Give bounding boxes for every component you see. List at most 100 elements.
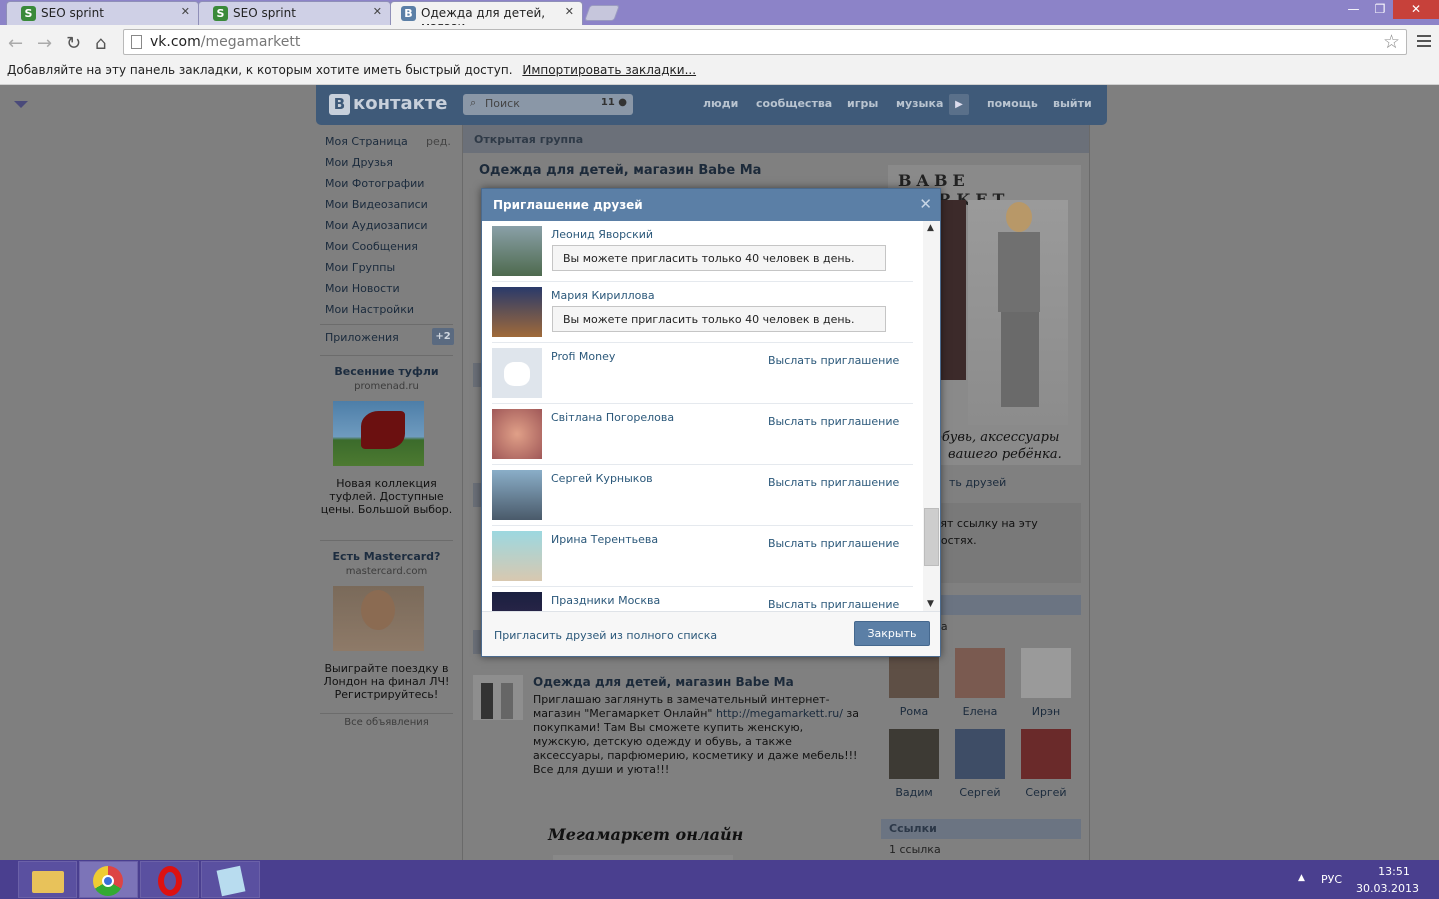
- links-header[interactable]: Ссылки: [881, 819, 1081, 839]
- invite-from-full-list-link[interactable]: Пригласить друзей из полного списка: [494, 629, 717, 642]
- notepad-icon[interactable]: [201, 861, 260, 898]
- clock-time[interactable]: 13:51: [1370, 865, 1418, 878]
- home-icon[interactable]: ⌂: [95, 33, 106, 54]
- member-name[interactable]: Елена: [954, 705, 1006, 718]
- ad-title[interactable]: Есть Mastercard?: [320, 550, 453, 563]
- avatar[interactable]: [955, 648, 1005, 698]
- import-bookmarks-link[interactable]: Импортировать закладки...: [522, 63, 696, 77]
- menu-my-audio[interactable]: Мои Аудиозаписи: [325, 219, 428, 232]
- language-indicator[interactable]: РУС: [1321, 873, 1342, 886]
- send-invite-link[interactable]: Выслать приглашение: [768, 476, 899, 489]
- avatar[interactable]: [889, 729, 939, 779]
- member-name[interactable]: Ирэн: [1020, 705, 1072, 718]
- close-icon[interactable]: ✕: [565, 5, 574, 18]
- invite-friends-link[interactable]: ть друзей: [949, 476, 1006, 489]
- send-invite-link[interactable]: Выслать приглашение: [768, 415, 899, 428]
- avatar[interactable]: [492, 226, 542, 276]
- menu-apps[interactable]: Приложения: [325, 331, 399, 344]
- send-invite-link[interactable]: Выслать приглашение: [768, 598, 899, 611]
- file-explorer-icon[interactable]: [18, 861, 77, 898]
- nav-logout[interactable]: выйти: [1053, 97, 1092, 110]
- post-author[interactable]: Одежда для детей, магазин Babe Ma: [533, 675, 794, 689]
- friend-name[interactable]: Світлана Погорелова: [551, 411, 674, 424]
- avatar[interactable]: [492, 592, 542, 611]
- menu-my-news[interactable]: Мои Новости: [325, 282, 400, 295]
- apps-badge[interactable]: +2: [432, 328, 454, 345]
- scroll-down-icon[interactable]: ▼: [927, 599, 934, 609]
- scrollbar[interactable]: ▲ ▼: [923, 221, 940, 611]
- member[interactable]: Рома: [888, 648, 940, 718]
- send-invite-link[interactable]: Выслать приглашение: [768, 537, 899, 550]
- avatar[interactable]: [492, 531, 542, 581]
- new-tab-button[interactable]: [584, 5, 620, 21]
- menu-my-photos[interactable]: Мои Фотографии: [325, 177, 424, 190]
- menu-my-groups[interactable]: Мои Группы: [325, 261, 395, 274]
- back-icon[interactable]: ←: [8, 33, 23, 54]
- friend-name[interactable]: Сергей Курныков: [551, 472, 653, 485]
- edit-link[interactable]: ред.: [426, 135, 451, 148]
- vk-logo[interactable]: Вконтакте: [329, 93, 447, 115]
- avatar[interactable]: [1021, 648, 1071, 698]
- ad-title[interactable]: Весенние туфли: [320, 365, 453, 378]
- member-name[interactable]: Сергей: [954, 786, 1006, 799]
- member-name[interactable]: Рома: [888, 705, 940, 718]
- close-icon[interactable]: ✕: [181, 5, 190, 18]
- browser-tab[interactable]: S SEO sprint ✕: [6, 1, 199, 25]
- member[interactable]: Сергей: [954, 729, 1006, 799]
- member-name[interactable]: Вадим: [888, 786, 940, 799]
- nav-games[interactable]: игры: [847, 97, 878, 110]
- member[interactable]: Елена: [954, 648, 1006, 718]
- close-icon[interactable]: ✕: [919, 195, 932, 213]
- menu-my-messages[interactable]: Мои Сообщения: [325, 240, 418, 253]
- vk-search-input[interactable]: ⌕ Поиск 11 ●: [463, 94, 633, 115]
- avatar[interactable]: [1021, 729, 1071, 779]
- post-link[interactable]: http://megamarkett.ru/: [716, 707, 843, 720]
- friend-name[interactable]: Мария Кириллова: [551, 289, 655, 302]
- friend-name[interactable]: Ирина Терентьева: [551, 533, 658, 546]
- avatar[interactable]: [492, 470, 542, 520]
- ad-person-image[interactable]: [333, 586, 424, 651]
- nav-communities[interactable]: сообщества: [756, 97, 832, 110]
- avatar[interactable]: [492, 409, 542, 459]
- member[interactable]: Сергей: [1020, 729, 1072, 799]
- scroll-arrow-icon[interactable]: [14, 101, 28, 108]
- forward-icon[interactable]: →: [37, 33, 52, 54]
- nav-music[interactable]: музыка: [896, 97, 943, 110]
- avatar[interactable]: [955, 729, 1005, 779]
- minimize-icon[interactable]: —: [1340, 0, 1367, 19]
- menu-my-page[interactable]: Моя Страница: [325, 135, 408, 148]
- menu-my-settings[interactable]: Мои Настройки: [325, 303, 414, 316]
- browser-tab-active[interactable]: B Одежда для детей, магази ✕: [390, 1, 583, 34]
- menu-my-videos[interactable]: Мои Видеозаписи: [325, 198, 428, 211]
- member[interactable]: Вадим: [888, 729, 940, 799]
- nav-help[interactable]: помощь: [987, 97, 1038, 110]
- browser-tab[interactable]: S SEO sprint ✕: [198, 1, 391, 25]
- scroll-up-icon[interactable]: ▲: [927, 223, 934, 233]
- chrome-menu-icon[interactable]: [1417, 35, 1431, 47]
- send-invite-link[interactable]: Выслать приглашение: [768, 354, 899, 367]
- ad-text[interactable]: Выиграйте поездку в Лондон на финал ЛЧ! …: [320, 662, 453, 701]
- all-ads-link[interactable]: Все объявления: [320, 717, 453, 728]
- tray-expand-icon[interactable]: ▲: [1298, 873, 1305, 883]
- play-icon[interactable]: ▶: [949, 94, 969, 115]
- close-button[interactable]: Закрыть: [854, 621, 930, 646]
- window-close-icon[interactable]: ✕: [1393, 0, 1439, 19]
- clock-date[interactable]: 30.03.2013: [1356, 882, 1419, 895]
- ad-shoe-image[interactable]: [333, 401, 424, 466]
- friend-name[interactable]: Праздники Москва: [551, 594, 660, 607]
- post-author-avatar[interactable]: [473, 675, 523, 720]
- chrome-icon[interactable]: [79, 861, 138, 898]
- scrollbar-thumb[interactable]: [924, 508, 939, 566]
- friend-name[interactable]: Profi Money: [551, 350, 615, 363]
- menu-my-friends[interactable]: Мои Друзья: [325, 156, 393, 169]
- friend-name[interactable]: Леонид Яворский: [551, 228, 653, 241]
- address-bar[interactable]: vk.com/megamarkett ☆: [123, 29, 1407, 55]
- member-name[interactable]: Сергей: [1020, 786, 1072, 799]
- reload-icon[interactable]: ↻: [66, 33, 81, 54]
- maximize-icon[interactable]: ❐: [1367, 0, 1393, 19]
- bookmark-star-icon[interactable]: ☆: [1383, 31, 1400, 53]
- opera-icon[interactable]: [140, 861, 199, 898]
- nav-people[interactable]: люди: [703, 97, 738, 110]
- avatar[interactable]: [492, 348, 542, 398]
- member[interactable]: Ирэн: [1020, 648, 1072, 718]
